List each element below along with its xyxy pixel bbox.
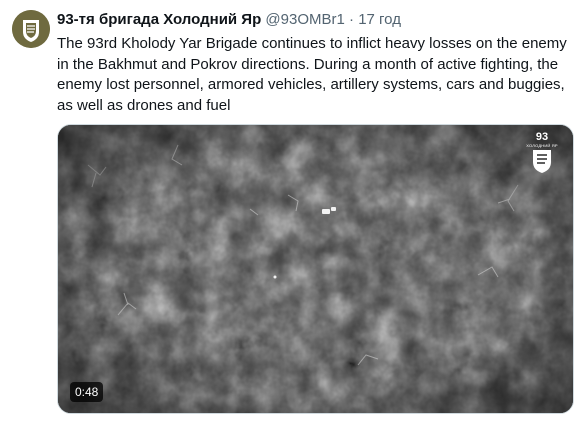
watermark-number: 93 xyxy=(535,131,549,143)
tweet-text: The 93rd Kholody Yar Brigade continues t… xyxy=(57,35,567,114)
video-thumbnail xyxy=(58,125,573,413)
watermark-shield-icon xyxy=(533,150,551,173)
avatar[interactable] xyxy=(12,10,50,48)
author-handle[interactable]: @93OMBr1 xyxy=(265,11,344,28)
brigade-watermark: 93 ХОЛОДНИЙ ЯР xyxy=(521,131,563,183)
tweet-timestamp[interactable]: 17 год xyxy=(358,11,401,28)
video-player[interactable]: 93 ХОЛОДНИЙ ЯР 0:48 xyxy=(57,124,574,414)
author-name[interactable]: 93-тя бригада Холодний Яр xyxy=(57,11,261,28)
tweet-card[interactable]: 93-тя бригада Холодний Яр @93OMBr1 · 17 … xyxy=(0,0,585,422)
brigade-emblem-icon xyxy=(12,10,50,48)
separator-dot: · xyxy=(349,11,355,28)
tweet-header: 93-тя бригада Холодний Яр @93OMBr1 · 17 … xyxy=(57,11,401,28)
video-duration-badge: 0:48 xyxy=(70,382,104,402)
